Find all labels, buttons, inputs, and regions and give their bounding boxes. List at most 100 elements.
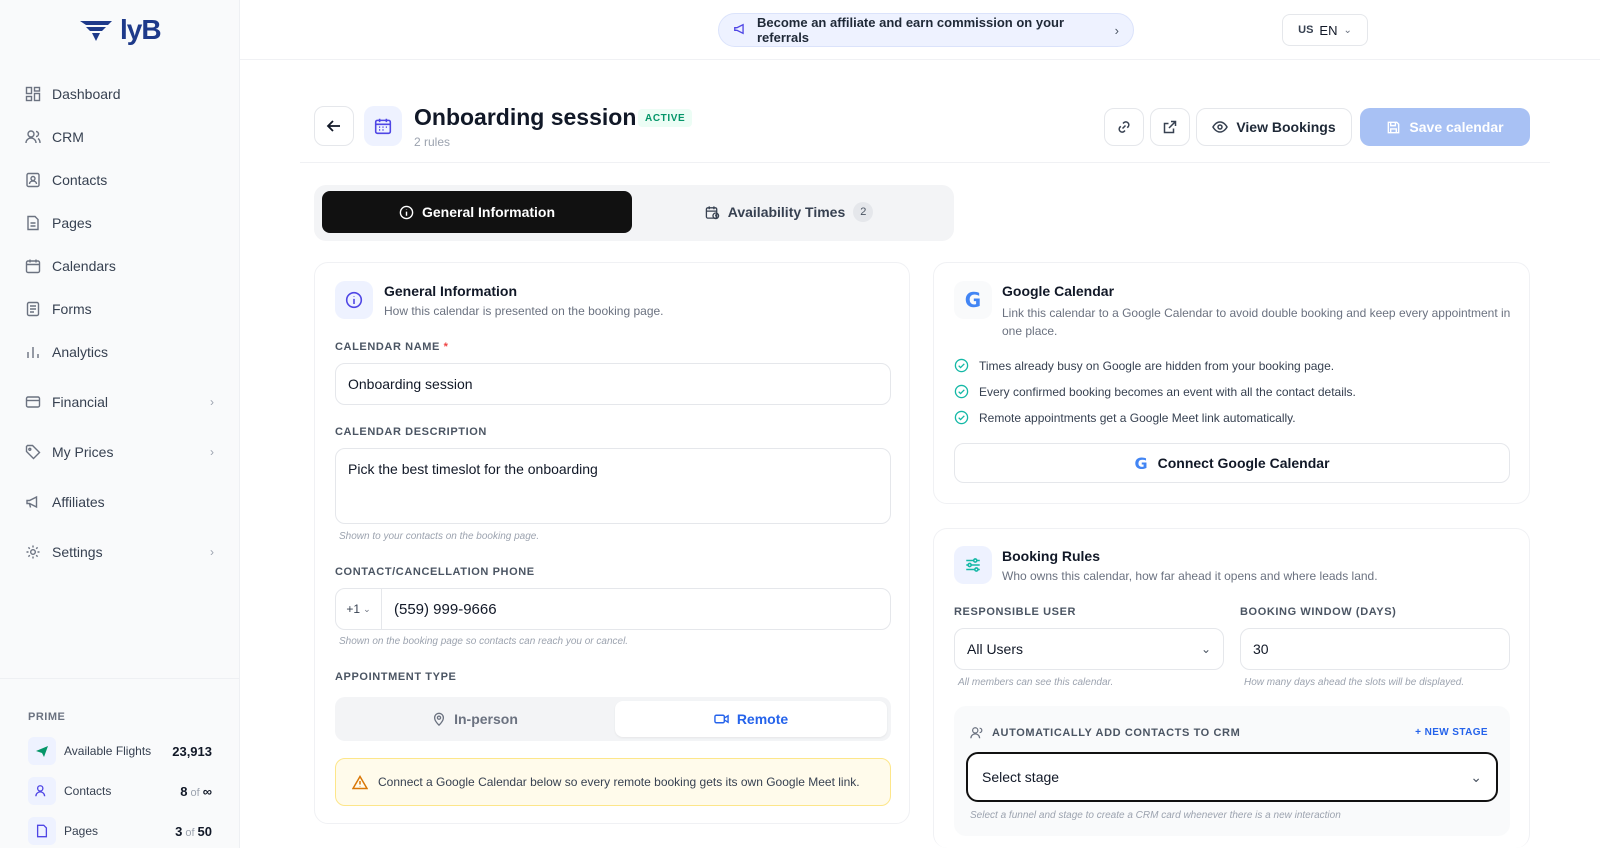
stage-placeholder: Select stage xyxy=(982,769,1060,785)
sidebar: lyB Dashboard CRM Contacts Pages Calenda… xyxy=(0,0,240,848)
benefit-text: Remote appointments get a Google Meet li… xyxy=(979,410,1296,425)
card-icon xyxy=(24,393,42,411)
tab-general-information[interactable]: General Information xyxy=(322,191,632,233)
chevron-down-icon: ⌄ xyxy=(1470,768,1482,785)
country-code: +1 xyxy=(346,602,361,616)
sidebar-item-label: Financial xyxy=(52,394,109,410)
chevron-down-icon: ⌄ xyxy=(1200,642,1211,656)
calendar-description-textarea[interactable]: Pick the best timeslot for the onboardin… xyxy=(335,448,891,524)
users-icon xyxy=(24,128,42,146)
analytics-icon xyxy=(24,343,42,361)
google-benefit-item: Remote appointments get a Google Meet li… xyxy=(954,410,1296,425)
sidebar-item-my-prices[interactable]: My Prices › xyxy=(24,438,214,466)
header-divider xyxy=(300,162,1550,163)
connect-google-calendar-button[interactable]: G Connect Google Calendar xyxy=(954,443,1510,483)
booking-window-input[interactable]: 30 xyxy=(1240,628,1510,670)
select-value: All Users xyxy=(967,641,1024,657)
status-badge: ACTIVE xyxy=(638,109,693,127)
description-hint: Shown to your contacts on the booking pa… xyxy=(339,531,540,542)
sidebar-item-dashboard[interactable]: Dashboard xyxy=(24,80,214,108)
sidebar-item-label: Analytics xyxy=(52,344,109,360)
page-icon xyxy=(28,817,56,845)
prime-row-pages: Pages 3 of 50 xyxy=(28,817,212,845)
google-meet-warning: Connect a Google Calendar below so every… xyxy=(335,758,891,806)
stage-hint: Select a funnel and stage to create a CR… xyxy=(970,810,1341,821)
calendar-description-label: CALENDAR DESCRIPTION xyxy=(335,426,487,438)
google-icon: G xyxy=(1134,453,1148,473)
benefit-text: Times already busy on Google are hidden … xyxy=(979,358,1335,373)
tab-count-badge: 2 xyxy=(853,202,874,222)
chevron-down-icon: ⌄ xyxy=(363,603,371,614)
sidebar-item-crm[interactable]: CRM xyxy=(24,123,214,151)
chevron-right-icon: › xyxy=(210,545,214,559)
phone-field: +1 ⌄ (559) 999-9666 xyxy=(335,588,891,630)
calendar-name-label: CALENDAR NAME * xyxy=(335,341,449,353)
save-calendar-button[interactable]: Save calendar xyxy=(1360,108,1530,146)
info-icon xyxy=(335,281,373,319)
in-person-option[interactable]: In-person xyxy=(339,701,611,737)
page-icon xyxy=(24,214,42,232)
responsible-user-hint: All members can see this calendar. xyxy=(958,677,1114,688)
option-label: Remote xyxy=(736,711,789,727)
stage-select[interactable]: Select stage ⌄ xyxy=(966,752,1498,802)
view-bookings-button[interactable]: View Bookings xyxy=(1196,108,1352,146)
tab-label: General Information xyxy=(421,204,556,220)
eye-icon xyxy=(1212,121,1229,133)
language-selector[interactable]: US EN ⌄ xyxy=(1282,14,1368,46)
option-label: In-person xyxy=(454,711,518,727)
google-card-title: Google Calendar xyxy=(1002,283,1115,299)
appointment-type-toggle: In-person Remote xyxy=(335,697,891,741)
country-code-select[interactable]: +1 ⌄ xyxy=(336,589,382,629)
sliders-icon xyxy=(954,546,992,584)
save-icon xyxy=(1388,121,1400,133)
rules-card-subtitle: Who owns this calendar, how far ahead it… xyxy=(1002,569,1378,583)
affiliate-banner[interactable]: Become an affiliate and earn commission … xyxy=(718,13,1134,47)
new-stage-label: NEW STAGE xyxy=(1424,727,1488,738)
info-icon xyxy=(399,205,414,219)
tag-icon xyxy=(24,443,42,461)
responsible-user-select[interactable]: All Users ⌄ xyxy=(954,628,1224,670)
prime-label: Pages xyxy=(64,824,99,838)
prime-value: 23,913 xyxy=(172,743,212,759)
logo[interactable]: lyB xyxy=(78,14,162,46)
crm-label: AUTOMATICALLY ADD CONTACTS TO CRM xyxy=(970,726,1240,740)
google-benefit-item: Every confirmed booking becomes an event… xyxy=(954,384,1356,399)
sidebar-item-label: Settings xyxy=(52,544,103,560)
calendar-name-input[interactable]: Onboarding session xyxy=(335,363,891,405)
new-stage-button[interactable]: + NEW STAGE xyxy=(1415,727,1488,738)
sidebar-item-analytics[interactable]: Analytics xyxy=(24,338,214,366)
remote-option[interactable]: Remote xyxy=(615,701,887,737)
copy-link-button[interactable] xyxy=(1104,108,1144,146)
back-button[interactable] xyxy=(314,106,354,146)
responsible-user-label: RESPONSIBLE USER xyxy=(954,606,1077,618)
users-icon xyxy=(970,727,983,739)
crm-automation-panel: AUTOMATICALLY ADD CONTACTS TO CRM + NEW … xyxy=(954,706,1510,836)
sidebar-item-financial[interactable]: Financial › xyxy=(24,388,214,416)
prime-plan-panel: PRIME Available Flights 23,913 Contacts … xyxy=(0,678,240,848)
logo-text: lyB xyxy=(120,14,162,45)
affiliate-text: Become an affiliate and earn commission … xyxy=(757,15,1065,45)
sidebar-item-settings[interactable]: Settings › xyxy=(24,538,214,566)
link-icon xyxy=(1118,121,1130,133)
external-link-icon xyxy=(1163,120,1177,134)
sidebar-item-forms[interactable]: Forms xyxy=(24,295,214,323)
megaphone-icon xyxy=(733,22,747,39)
calendar-icon xyxy=(24,257,42,275)
sidebar-item-pages[interactable]: Pages xyxy=(24,209,214,237)
page-title: Onboarding session xyxy=(414,104,637,130)
phone-input[interactable]: (559) 999-9666 xyxy=(382,601,497,618)
sidebar-item-calendars[interactable]: Calendars xyxy=(24,252,214,280)
prime-of: of xyxy=(190,786,200,799)
tab-label: Availability Times xyxy=(727,204,846,220)
tab-availability-times[interactable]: Availability Times 2 xyxy=(634,191,944,233)
form-icon xyxy=(24,300,42,318)
sidebar-item-affiliates[interactable]: Affiliates xyxy=(24,488,214,516)
prime-label: Available Flights xyxy=(64,744,152,758)
check-circle-icon xyxy=(954,358,969,373)
prime-title: PRIME xyxy=(28,711,66,723)
open-external-button[interactable] xyxy=(1150,108,1190,146)
page-subtitle: 2 rules xyxy=(414,135,451,149)
sidebar-item-contacts[interactable]: Contacts xyxy=(24,166,214,194)
plane-icon xyxy=(28,737,56,765)
save-label: Save calendar xyxy=(1409,119,1504,135)
